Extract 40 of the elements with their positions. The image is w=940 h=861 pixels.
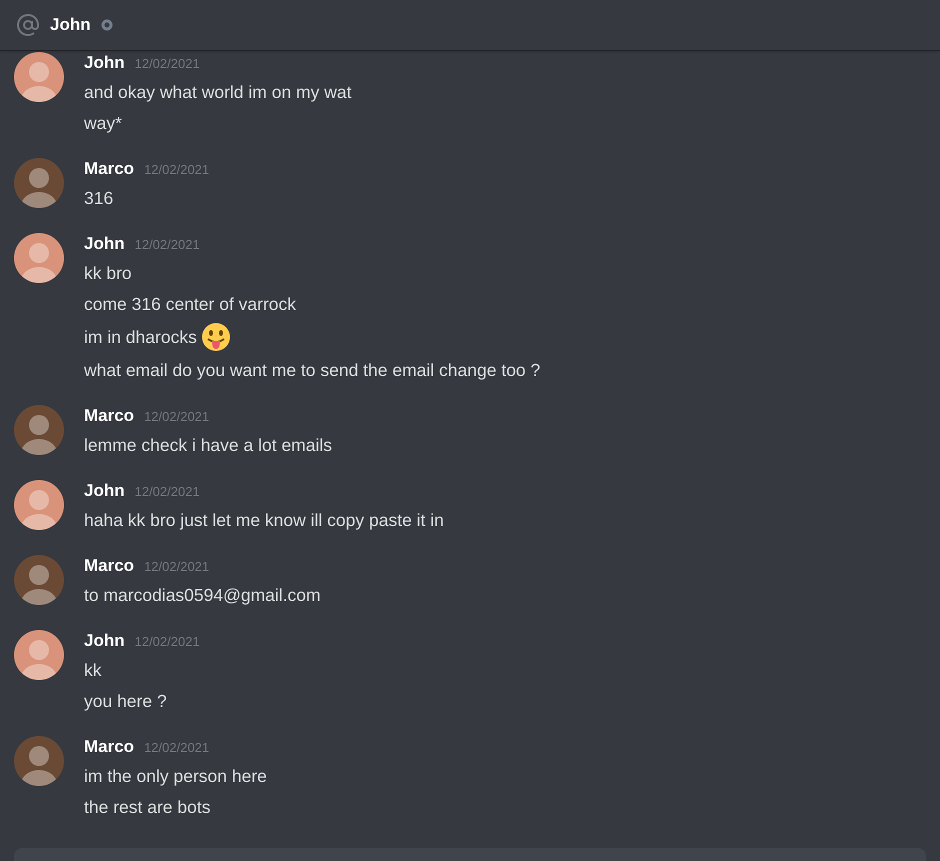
message-text: kk [84, 660, 102, 680]
avatar[interactable] [14, 52, 64, 102]
message-text: im in dharocks [84, 326, 197, 348]
avatar[interactable] [14, 736, 64, 786]
avatar[interactable] [14, 233, 64, 283]
message-text: kk bro [84, 262, 132, 284]
message-text: im the only person here [84, 766, 267, 786]
timestamp: 12/02/2021 [134, 237, 200, 252]
message-text: what email do you want me to send the email change too ? [84, 360, 540, 380]
username[interactable]: Marco [84, 555, 134, 577]
username[interactable]: Marco [84, 736, 134, 758]
avatar[interactable] [14, 555, 64, 605]
username[interactable]: John [84, 630, 125, 652]
message-text: you here ? [84, 690, 167, 712]
timestamp: 12/02/2021 [134, 484, 200, 499]
avatar[interactable] [14, 158, 64, 208]
message-text: and okay what world im on my wat [84, 82, 352, 102]
message-text: to marcodias0594@gmail.com [84, 584, 321, 606]
channel-title: John [50, 15, 91, 35]
message-text: the rest are bots [84, 796, 210, 818]
timestamp: 12/02/2021 [144, 740, 210, 755]
at-sign-icon [16, 13, 40, 37]
message-text: lemme check i have a lot emails [84, 434, 332, 456]
username[interactable]: Marco [84, 405, 134, 427]
timestamp: 12/02/2021 [134, 634, 200, 649]
timestamp: 12/02/2021 [134, 56, 200, 71]
username[interactable]: John [84, 233, 125, 255]
message-text: haha kk bro just let me know ill copy paste it in [84, 510, 444, 530]
timestamp: 12/02/2021 [144, 409, 210, 424]
message-text: way* [84, 112, 122, 134]
avatar[interactable] [14, 630, 64, 680]
username[interactable]: John [84, 52, 125, 74]
timestamp: 12/02/2021 [144, 559, 210, 574]
timestamp: 12/02/2021 [144, 162, 210, 177]
username[interactable]: John [84, 480, 125, 502]
avatar[interactable] [14, 480, 64, 530]
username[interactable]: Marco [84, 158, 134, 180]
message-text: 316 [84, 188, 114, 208]
message-text: come 316 center of varrock [84, 294, 296, 314]
avatar[interactable] [14, 405, 64, 455]
